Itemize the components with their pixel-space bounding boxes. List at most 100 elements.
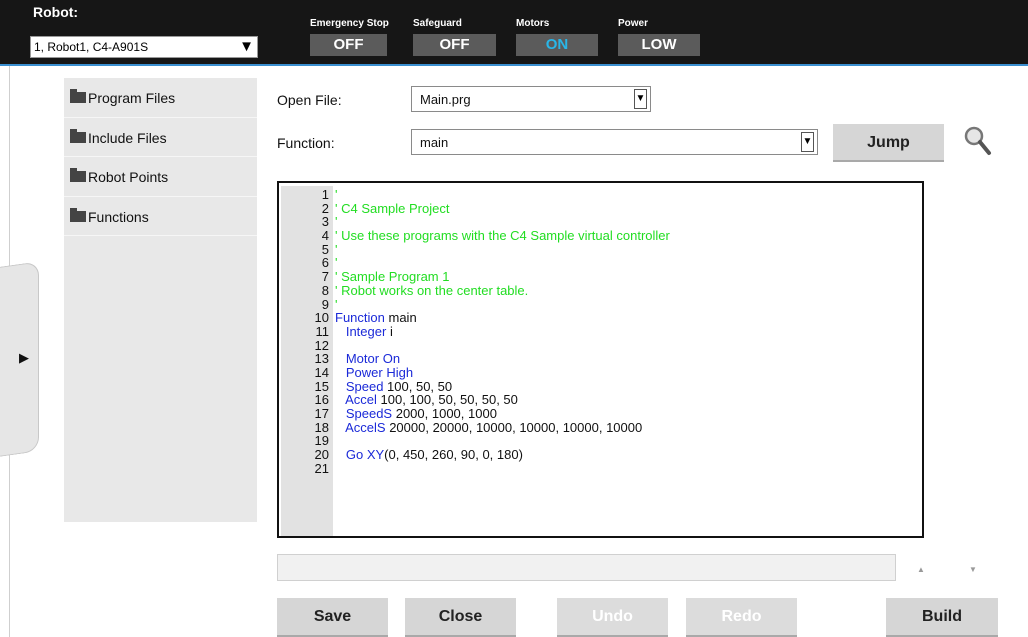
line-code: ' Use these programs with the C4 Sample … [335, 228, 670, 244]
drawer-expand-icon[interactable]: ▶ [19, 350, 29, 366]
line-code: Integer i [345, 323, 393, 339]
code-line: 13 Motor On [279, 352, 919, 366]
function-label: Function: [277, 135, 335, 151]
folder-icon [70, 89, 86, 103]
line-number: 10 [314, 310, 329, 326]
code-line: 19 [279, 434, 919, 448]
code-line: 15 Speed 100, 50, 50 [279, 378, 919, 394]
status-value: OFF [413, 34, 496, 56]
sidebar-item-label: Include Files [88, 129, 167, 146]
line-number: 3 [321, 214, 329, 230]
code-line: 10 Function main [279, 311, 919, 325]
status-label: Power [618, 18, 649, 29]
code-line: 17 SpeedS 2000, 1000, 1000 [279, 407, 919, 421]
jump-button[interactable]: Jump [833, 124, 944, 162]
scroll-down-icon[interactable]: ▼ [969, 565, 977, 574]
code-line: 5 ' [279, 243, 919, 257]
line-code: ' [335, 296, 338, 312]
search-icon[interactable] [962, 123, 992, 157]
line-code: Motor On [345, 351, 401, 367]
power-status: Power LOW [618, 18, 700, 56]
function-value: main [420, 135, 449, 150]
line-number: 14 [314, 364, 329, 380]
code-line: 21 [279, 462, 919, 476]
line-number: 19 [314, 433, 329, 449]
save-button[interactable]: Save [277, 598, 388, 637]
line-number: 13 [314, 351, 329, 367]
line-number: 6 [321, 255, 329, 271]
line-number: 8 [321, 282, 329, 298]
status-value: OFF [310, 34, 387, 56]
close-button[interactable]: Close [405, 598, 516, 637]
line-code: Accel 100, 100, 50, 50, 50, 50 [345, 392, 518, 408]
undo-button[interactable]: Undo [557, 598, 668, 637]
open-file-select[interactable]: Main.prg ▼ [411, 86, 651, 112]
code-editor[interactable]: 1 ' 2 ' C4 Sample Project 3 ' 4 ' Use these pro… [277, 181, 924, 538]
file-sidebar: Program Files Include Files Robot Points… [64, 78, 257, 522]
line-number: 15 [314, 378, 329, 394]
status-label: Emergency Stop [310, 18, 389, 29]
redo-button[interactable]: Redo [686, 598, 797, 637]
line-code: Power High [345, 364, 414, 380]
line-code: AccelS 20000, 20000, 10000, 10000, 10000… [345, 419, 643, 435]
chevron-down-icon: ▼ [239, 38, 254, 55]
folder-icon [70, 128, 86, 143]
line-number: 21 [314, 460, 329, 476]
scroll-up-icon[interactable]: ▲ [917, 565, 925, 574]
sidebar-item-program-files[interactable]: Program Files [64, 78, 257, 118]
folder-icon [70, 207, 86, 222]
motors-status: Motors ON [516, 18, 598, 56]
line-number: 11 [315, 323, 330, 339]
line-number: 16 [314, 392, 329, 408]
line-code: Go XY(0, 450, 260, 90, 0, 180) [345, 447, 523, 463]
build-button[interactable]: Build [886, 598, 998, 637]
code-line: 8 ' Robot works on the center table. [279, 284, 919, 298]
top-bar: Robot: 1, Robot1, C4-A901S ▼ Emergency S… [0, 0, 1028, 64]
line-number: 7 [321, 269, 329, 285]
status-value: LOW [618, 34, 700, 56]
code-line: 16 Accel 100, 100, 50, 50, 50, 50 [279, 393, 919, 407]
code-line: 20 Go XY(0, 450, 260, 90, 0, 180) [279, 448, 919, 462]
code-line: 4 ' Use these programs with the C4 Sample… [279, 229, 919, 243]
line-code: ' C4 Sample Project [335, 200, 450, 216]
code-line: 2 ' C4 Sample Project [279, 200, 919, 216]
robot-label: Robot: [33, 4, 79, 20]
sidebar-item-label: Program Files [88, 90, 176, 106]
sidebar-item-label: Robot Points [88, 169, 169, 185]
code-line: 12 [279, 337, 919, 353]
line-code: ' [335, 255, 338, 271]
line-number: 20 [314, 447, 329, 463]
sidebar-item-label: Functions [88, 208, 149, 225]
line-code: SpeedS 2000, 1000, 1000 [345, 406, 497, 421]
open-file-label: Open File: [277, 92, 342, 108]
sidebar-item-functions[interactable]: Functions [64, 197, 257, 236]
line-code: Function main [335, 310, 417, 326]
line-number: 12 [314, 337, 329, 353]
line-number: 9 [321, 296, 329, 312]
emergency-stop-status: Emergency Stop OFF [310, 18, 389, 56]
sidebar-item-robot-points[interactable]: Robot Points [64, 157, 257, 197]
sidebar-item-include-files[interactable]: Include Files [64, 118, 257, 157]
line-code: ' [335, 241, 338, 257]
chevron-down-icon: ▼ [634, 89, 647, 109]
line-code: Speed 100, 50, 50 [345, 378, 453, 394]
line-number: 18 [314, 419, 329, 435]
code-line: 14 Power High [279, 366, 919, 380]
line-code: ' [335, 187, 338, 202]
code-line: 1 ' [279, 188, 919, 202]
line-number: 5 [321, 241, 329, 257]
code-line: 18 AccelS 20000, 20000, 10000, 10000, 10… [279, 419, 919, 435]
folder-icon [70, 168, 86, 182]
function-select[interactable]: main ▼ [411, 129, 818, 155]
line-code: ' Sample Program 1 [335, 269, 450, 285]
chevron-down-icon: ▼ [801, 132, 814, 152]
line-number: 4 [321, 228, 329, 244]
line-code: ' Robot works on the center table. [335, 282, 529, 298]
line-number: 1 [321, 187, 329, 202]
code-lines: 1 ' 2 ' C4 Sample Project 3 ' 4 ' Use these pro… [279, 188, 919, 475]
robot-select[interactable]: 1, Robot1, C4-A901S ▼ [30, 36, 258, 58]
header-accent-line [0, 64, 1028, 66]
line-number: 2 [321, 200, 329, 216]
line-code: ' [335, 214, 338, 230]
code-line: 7 ' Sample Program 1 [279, 270, 919, 284]
